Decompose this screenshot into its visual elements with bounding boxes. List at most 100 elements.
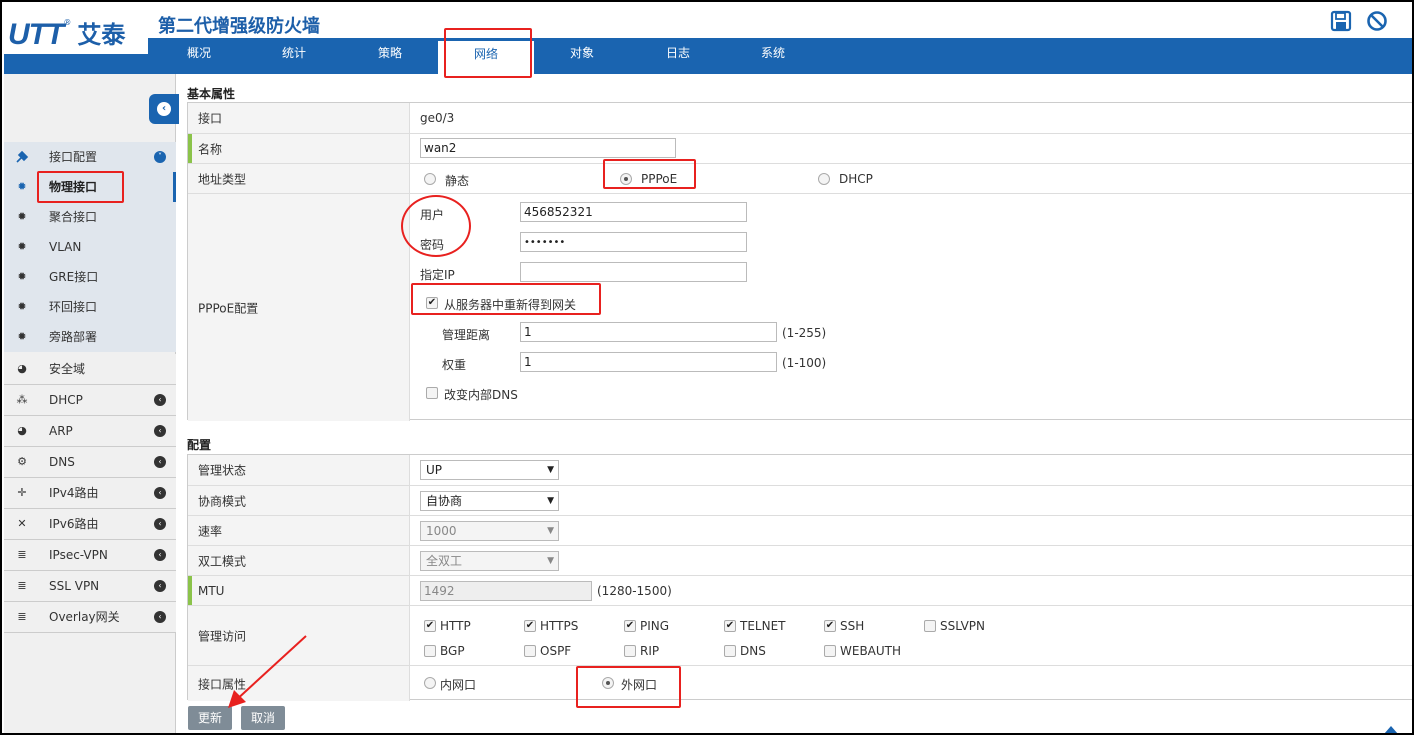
tab-objects[interactable]: 对象	[534, 38, 630, 74]
weight-label: 权重	[442, 358, 467, 372]
mtu-input[interactable]	[420, 581, 592, 601]
sidebar-item-ipv6-route[interactable]: ✕ IPv6路由 ‹	[4, 509, 176, 540]
chevron-left-icon: ‹	[154, 611, 166, 623]
radio-dhcp[interactable]	[818, 173, 830, 185]
name-input[interactable]	[420, 138, 676, 158]
caret-down-icon: ▼	[547, 496, 554, 506]
access-webauth-label: WEBAUTH	[840, 644, 902, 658]
cross-arrows-icon: ✕	[17, 517, 27, 530]
annotation-external-port	[576, 666, 681, 708]
plug-icon	[14, 150, 30, 164]
sidebar-item-bypass[interactable]: ✹ 旁路部署	[4, 322, 176, 352]
basic-properties-table: 接口 ge0/3 名称 地址类型 静态 PPPoE D	[187, 102, 1412, 421]
caret-down-icon: ▼	[547, 465, 554, 475]
sidebar-item-dhcp[interactable]: ⁂ DHCP ‹	[4, 385, 176, 416]
negotiate-select[interactable]: 自协商 ▼	[420, 491, 559, 511]
tab-system[interactable]: 系统	[725, 38, 821, 74]
list-icon: ≣	[17, 579, 27, 592]
access-http-checkbox[interactable]: ✔	[424, 620, 436, 632]
sidebar-item-aggregate[interactable]: ✹ 聚合接口	[4, 202, 176, 232]
sidebar-item-dns[interactable]: ⚙ DNS ‹	[4, 447, 176, 478]
access-ospf-checkbox[interactable]	[524, 645, 536, 657]
row-pppoe-config: PPPoE配置 用户 密码 指定IP ✔ 从服务器中重新得到网关 管理距离 (1…	[188, 193, 1412, 421]
user-input[interactable]	[520, 202, 747, 222]
access-https-checkbox[interactable]: ✔	[524, 620, 536, 632]
sidebar-item-arp[interactable]: ◕ ARP ‹	[4, 416, 176, 447]
password-input[interactable]	[520, 232, 747, 252]
access-bgp-checkbox[interactable]	[424, 645, 436, 657]
sidebar-item-loopback[interactable]: ✹ 环回接口	[4, 292, 176, 322]
sidebar-item-gre[interactable]: ✹ GRE接口	[4, 262, 176, 292]
row-address-type: 地址类型 静态 PPPoE DHCP	[188, 163, 1412, 193]
chevron-down-icon: ˅	[154, 151, 166, 163]
access-telnet-checkbox[interactable]: ✔	[724, 620, 736, 632]
sitemap-icon: ⁂	[16, 393, 28, 406]
gear-icon: ✹	[17, 300, 27, 313]
app-window: UTT ® 艾泰 第二代增强级防火墙 概况 统计 策略 网络 对象 日志 系统 …	[0, 0, 1414, 735]
access-rip-checkbox[interactable]	[624, 645, 636, 657]
logout-icon[interactable]	[1366, 10, 1388, 32]
sidebar-item-label: ARP	[49, 424, 73, 438]
negotiate-value: 自协商	[426, 494, 463, 508]
gear-icon: ✹	[17, 180, 27, 193]
speed-value: 1000	[426, 524, 457, 538]
interface-value: ge0/3	[420, 111, 455, 125]
distance-input[interactable]	[520, 322, 777, 342]
sidebar-item-ipsec-vpn[interactable]: ≣ IPsec-VPN ‹	[4, 540, 176, 571]
access-ospf-label: OSPF	[540, 644, 572, 658]
radio-internal[interactable]	[424, 677, 436, 689]
tab-statistics[interactable]: 统计	[246, 38, 342, 74]
scroll-top-icon[interactable]	[1384, 726, 1398, 733]
label-speed: 速率	[188, 516, 410, 545]
label-negotiate: 协商模式	[188, 486, 410, 515]
annotation-network-tab	[444, 28, 532, 78]
active-indicator	[173, 172, 176, 202]
access-ping-checkbox[interactable]: ✔	[624, 620, 636, 632]
gear-icon: ✹	[17, 210, 27, 223]
annotation-pppoe	[603, 159, 696, 189]
gear-icon: ✹	[17, 270, 27, 283]
distance-range: (1-255)	[782, 326, 827, 340]
row-iface-property: 接口属性 内网口 外网口	[188, 665, 1412, 701]
sidebar-item-label: 聚合接口	[49, 210, 98, 224]
row-speed: 速率 1000 ▼	[188, 515, 1412, 545]
tab-overview[interactable]: 概况	[151, 38, 247, 74]
tab-logs[interactable]: 日志	[630, 38, 726, 74]
duplex-select[interactable]: 全双工 ▼	[420, 551, 559, 571]
access-https-label: HTTPS	[540, 619, 579, 633]
row-admin-access: 管理访问 ✔ HTTP ✔ HTTPS ✔ PING ✔ TELNET ✔ SS…	[188, 605, 1412, 665]
access-webauth-checkbox[interactable]	[824, 645, 836, 657]
sidebar-collapse-button[interactable]: ‹	[149, 94, 179, 124]
gear-icon: ✹	[17, 240, 27, 253]
chevron-left-icon: ‹	[154, 456, 166, 468]
access-dns-checkbox[interactable]	[724, 645, 736, 657]
radio-static[interactable]	[424, 173, 436, 185]
mtu-range: (1280-1500)	[597, 584, 672, 598]
row-mtu: MTU (1280-1500)	[188, 575, 1412, 605]
sidebar-item-overlay-gateway[interactable]: ≣ Overlay网关 ‹	[4, 602, 176, 633]
access-ssh-checkbox[interactable]: ✔	[824, 620, 836, 632]
dns-checkbox[interactable]	[426, 387, 438, 399]
main-nav: 概况 统计 策略 网络 对象 日志 系统	[148, 38, 1412, 74]
value-admin-access: ✔ HTTP ✔ HTTPS ✔ PING ✔ TELNET ✔ SSH SSL…	[420, 606, 1220, 665]
sidebar-item-label: DHCP	[49, 393, 83, 407]
sidebar-item-security-zone[interactable]: ◕ 安全域	[4, 354, 176, 385]
sidebar-item-ssl-vpn[interactable]: ≣ SSL VPN ‹	[4, 571, 176, 602]
sidebar-item-vlan[interactable]: ✹ VLAN	[4, 232, 176, 262]
weight-input[interactable]	[520, 352, 777, 372]
main-content: 基本属性 接口 ge0/3 名称 地址类型 静态 PP	[180, 74, 1412, 733]
sidebar-item-ipv4-route[interactable]: ✛ IPv4路由 ‹	[4, 478, 176, 509]
save-icon[interactable]	[1330, 10, 1352, 32]
tab-policy[interactable]: 策略	[342, 38, 438, 74]
move-icon: ✛	[17, 486, 27, 499]
nav-band	[4, 54, 148, 74]
sidebar-item-interface-config[interactable]: 接口配置 ˅	[4, 142, 176, 172]
access-rip-label: RIP	[640, 644, 660, 658]
admin-state-select[interactable]: UP ▼	[420, 460, 559, 480]
weight-range: (1-100)	[782, 356, 827, 370]
chevron-left-icon: ‹	[154, 580, 166, 592]
radio-static-label: 静态	[445, 174, 470, 188]
access-sslvpn-checkbox[interactable]	[924, 620, 936, 632]
static-ip-input[interactable]	[520, 262, 747, 282]
speed-select[interactable]: 1000 ▼	[420, 521, 559, 541]
